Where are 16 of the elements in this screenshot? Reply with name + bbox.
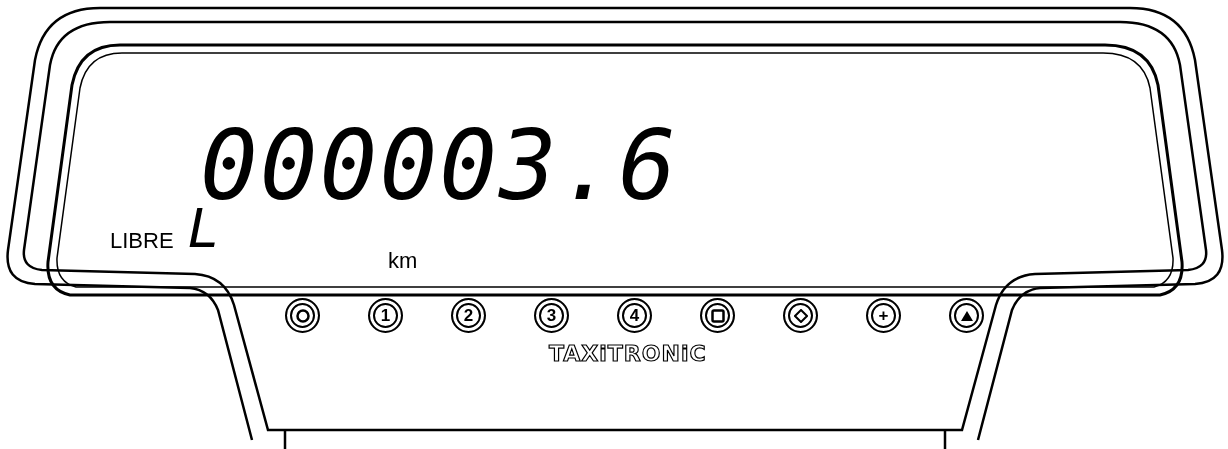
keypad-button[interactable] bbox=[949, 298, 984, 333]
keypad-button[interactable]: 4 bbox=[617, 298, 652, 333]
unit-label: km bbox=[388, 248, 418, 273]
square-icon bbox=[710, 308, 725, 323]
diamond-icon bbox=[793, 308, 808, 323]
keypad-button[interactable]: + bbox=[866, 298, 901, 333]
keypad-button[interactable] bbox=[700, 298, 735, 333]
brand-logo: TAXiTRONiC bbox=[549, 341, 707, 366]
keypad-button[interactable] bbox=[285, 298, 320, 333]
status-text: LIBRE bbox=[110, 230, 174, 252]
keypad-button[interactable] bbox=[783, 298, 818, 333]
keypad-button[interactable]: 2 bbox=[451, 298, 486, 333]
keypad-button[interactable]: 1 bbox=[368, 298, 403, 333]
keypad-button[interactable]: 3 bbox=[534, 298, 569, 333]
circle-icon bbox=[295, 308, 310, 323]
tariff-indicator: L bbox=[187, 202, 221, 256]
